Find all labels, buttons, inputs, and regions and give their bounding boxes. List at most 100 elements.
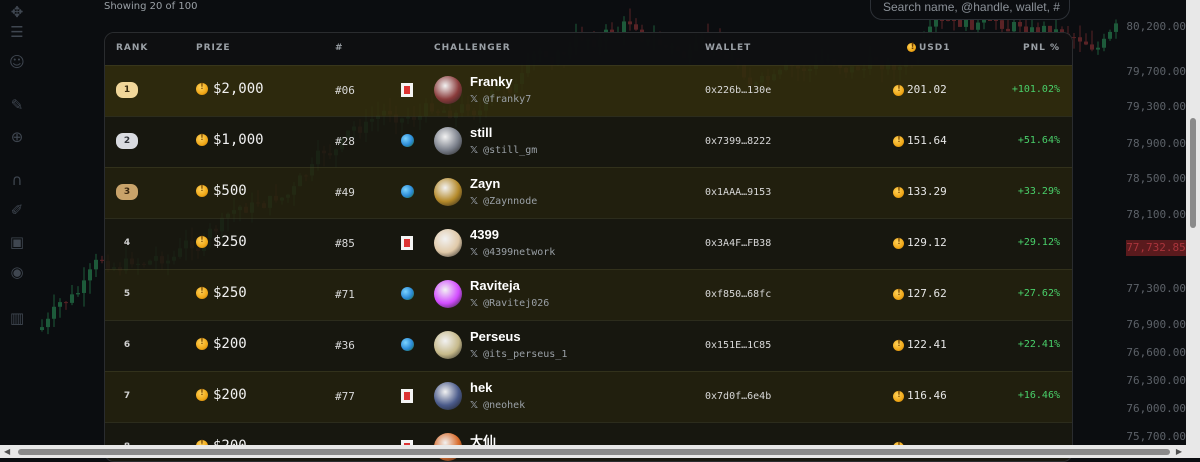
avatar[interactable]: [434, 178, 462, 206]
column-number[interactable]: #: [335, 43, 344, 53]
vertical-scrollbar[interactable]: [1186, 0, 1200, 445]
rank-badge: 7: [123, 391, 131, 401]
challenger-handle[interactable]: 𝕏 @still_gm: [470, 145, 537, 156]
challenger-name[interactable]: Franky: [470, 74, 513, 89]
usd1-balance: 116.46: [893, 389, 947, 402]
column-challenger[interactable]: CHALLENGER: [434, 43, 511, 53]
table-row[interactable]: 1 $2,000 #06 Franky 𝕏 @franky7 0x226b…130e 201.…: [105, 65, 1072, 116]
coin-icon: [196, 337, 208, 350]
column-usd1[interactable]: USD1: [907, 42, 951, 53]
table-row[interactable]: 6 $200 #36 Perseus 𝕏 @its_perseus_1 0x151E…1C8…: [105, 320, 1072, 371]
vertical-scroll-thumb[interactable]: [1190, 118, 1196, 228]
lock-draw-icon[interactable]: ✐: [7, 200, 27, 220]
challenger-handle[interactable]: 𝕏 @franky7: [470, 94, 531, 105]
horizontal-scroll-thumb[interactable]: [18, 449, 1170, 455]
wallet-address[interactable]: 0x7d0f…6e4b: [705, 391, 771, 402]
search-box[interactable]: [870, 0, 1070, 20]
ticket-number: #36: [335, 339, 355, 352]
pnl-percent: +27.62%: [1017, 288, 1060, 299]
prize-amount: $2,000: [196, 81, 264, 97]
avatar[interactable]: [434, 229, 462, 257]
table-header: RANK PRIZE # CHALLENGER WALLET USD1 PNL …: [105, 33, 1072, 65]
ticket-number: #71: [335, 288, 355, 301]
scroll-left-arrow-icon[interactable]: ◀: [4, 447, 10, 456]
wallet-address[interactable]: 0x1AAA…9153: [705, 187, 771, 198]
scroll-right-arrow-icon[interactable]: ▶: [1176, 447, 1182, 456]
wallet-address[interactable]: 0x7399…8222: [705, 136, 771, 147]
coin-icon: [196, 82, 208, 95]
handle-text: @Zaynnode: [483, 196, 538, 207]
x-logo-icon: 𝕏: [470, 145, 479, 156]
challenger-name[interactable]: hek: [470, 380, 492, 395]
challenger-name[interactable]: 4399: [470, 227, 499, 242]
eye-icon[interactable]: ◉: [7, 262, 27, 282]
candle-body: [988, 20, 992, 21]
column-pnl[interactable]: PNL %: [1023, 43, 1060, 53]
ruler-icon[interactable]: ✎: [7, 95, 27, 115]
table-row[interactable]: 7 $200 #77 hek 𝕏 @neohek 0x7d0f…6e4b 116.46 +16.…: [105, 371, 1072, 422]
candle-body: [952, 20, 956, 21]
usd1-balance: 151.64: [893, 134, 947, 147]
candle-body: [88, 269, 92, 281]
avatar[interactable]: [434, 331, 462, 359]
ticket-number: #49: [335, 186, 355, 199]
wallet-address[interactable]: 0x3A4F…FB38: [705, 238, 771, 249]
challenger-name[interactable]: Zayn: [470, 176, 500, 191]
zoom-icon[interactable]: ⊕: [7, 127, 27, 147]
column-prize[interactable]: PRIZE: [196, 43, 231, 53]
candle-body: [1096, 47, 1100, 50]
globe-icon: [401, 134, 414, 147]
coin-icon: [196, 133, 208, 146]
candle-body: [622, 21, 626, 33]
horizontal-scrollbar[interactable]: ◀ ▶: [0, 445, 1200, 458]
challenger-handle[interactable]: 𝕏 @4399network: [470, 247, 555, 258]
trash-icon[interactable]: ▥: [7, 308, 27, 328]
x-logo-icon: 𝕏: [470, 196, 479, 207]
candle-body: [1102, 38, 1106, 48]
wallet-address[interactable]: 0x226b…130e: [705, 85, 771, 96]
prize-value: $200: [213, 387, 247, 403]
table-row[interactable]: 4 $250 #85 4399 𝕏 @4399network 0x3A4F…FB38 129.…: [105, 218, 1072, 269]
table-row[interactable]: 3 $500 #49 Zayn 𝕏 @Zaynnode 0x1AAA…9153 133.29 +…: [105, 167, 1072, 218]
challenger-handle[interactable]: 𝕏 @Ravitej026: [470, 298, 549, 309]
wallet-address[interactable]: 0x151E…1C85: [705, 340, 771, 351]
challenger-handle[interactable]: 𝕏 @its_perseus_1: [470, 349, 567, 360]
trendline-icon[interactable]: ☰: [7, 22, 27, 42]
candle-body: [1090, 44, 1094, 50]
avatar[interactable]: [434, 127, 462, 155]
candle-body: [52, 306, 56, 319]
coin-icon: [893, 339, 905, 351]
candle-body: [46, 318, 50, 328]
price-tick: 79,300.00: [1126, 100, 1186, 113]
avatar[interactable]: [434, 280, 462, 308]
candle-body: [976, 22, 980, 30]
rank-badge: 5: [123, 289, 131, 299]
column-rank[interactable]: RANK: [116, 43, 148, 53]
table-row[interactable]: 2 $1,000 #28 still 𝕏 @still_gm 0x7399…8222 151.…: [105, 116, 1072, 167]
x-logo-icon: 𝕏: [470, 400, 479, 411]
challenger-name[interactable]: Perseus: [470, 329, 521, 344]
avatar[interactable]: [434, 382, 462, 410]
wallet-address[interactable]: 0xf850…68fc: [705, 289, 771, 300]
table-row[interactable]: 5 $250 #71 Raviteja 𝕏 @Ravitej026 0xf850…68fc 1…: [105, 269, 1072, 320]
candle-body: [1084, 41, 1088, 45]
challenger-name[interactable]: still: [470, 125, 492, 140]
emoji-icon[interactable]: ☺: [7, 52, 27, 72]
rank-badge: 4: [123, 238, 131, 248]
drawing-toolbar: ✥ ☰ ☺ ✎ ⊕ ∩ ✐ ▣ ◉ ▥: [0, 0, 34, 445]
column-wallet[interactable]: WALLET: [705, 43, 751, 53]
challenger-handle[interactable]: 𝕏 @neohek: [470, 400, 525, 411]
avatar[interactable]: [434, 76, 462, 104]
lock-icon[interactable]: ▣: [7, 232, 27, 252]
challenger-handle[interactable]: 𝕏 @Zaynnode: [470, 196, 537, 207]
search-input[interactable]: [881, 0, 1065, 15]
crosshair-icon[interactable]: ✥: [7, 2, 27, 22]
prize-value: $250: [213, 285, 247, 301]
candle-body: [1114, 23, 1118, 32]
usd1-value: 127.62: [907, 287, 947, 300]
usd1-value: 116.46: [907, 389, 947, 402]
challenger-name[interactable]: Raviteja: [470, 278, 520, 293]
magnet-icon[interactable]: ∩: [7, 170, 27, 190]
pnl-percent: +29.12%: [1017, 237, 1060, 248]
usd1-coin-icon: [907, 42, 919, 52]
